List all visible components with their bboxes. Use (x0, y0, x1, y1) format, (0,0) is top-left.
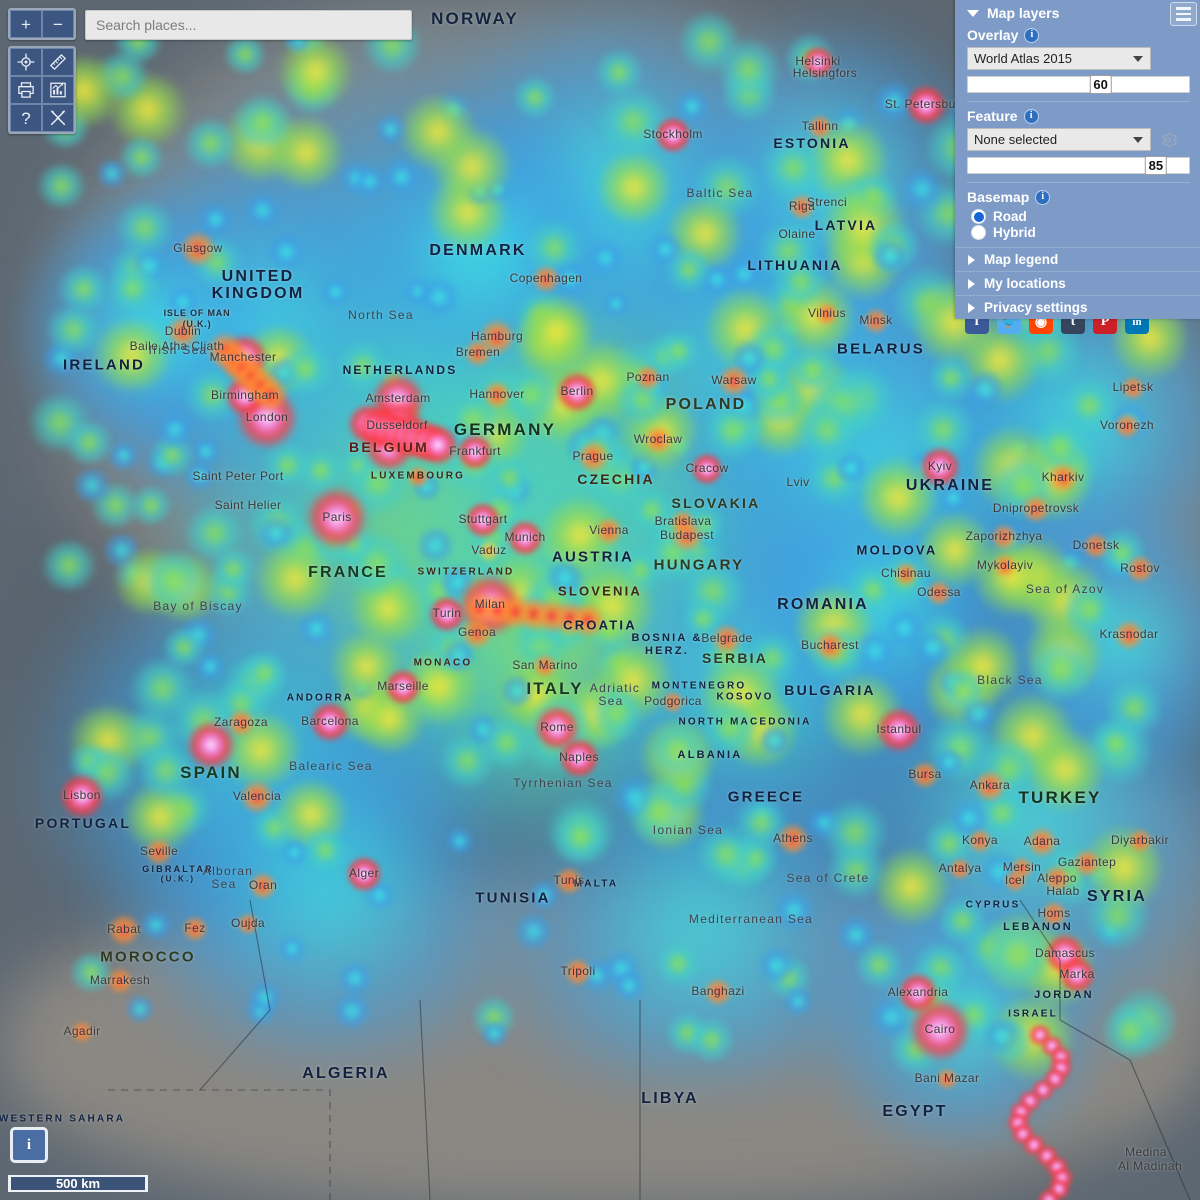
chevron-right-icon (968, 302, 975, 313)
info-icon: i (26, 1136, 32, 1153)
section-privacy-settings[interactable]: Privacy settings (955, 295, 1200, 319)
search-places-box[interactable] (85, 10, 412, 40)
measure-distance-button[interactable] (42, 48, 74, 76)
feature-label: Feature (967, 108, 1018, 124)
panel-divider (967, 101, 1190, 102)
hamburger-bar (1176, 18, 1191, 21)
map-legend-label: Map legend (984, 252, 1059, 267)
tool-button-group: ? (8, 46, 76, 134)
basemap-label: Basemap (967, 189, 1030, 205)
printer-icon (18, 82, 34, 98)
scale-label: 500 km (55, 1176, 101, 1191)
chevron-down-icon (967, 9, 979, 17)
hamburger-bar (1176, 7, 1191, 10)
locate-me-button[interactable] (10, 48, 42, 76)
zoom-out-button[interactable]: − (42, 10, 74, 38)
statistics-chart-button[interactable] (42, 76, 74, 104)
feature-opacity-slider[interactable]: 85 (967, 156, 1190, 175)
gear-icon[interactable] (1159, 131, 1177, 149)
feature-info-icon[interactable]: i (1023, 108, 1039, 124)
basemap-section-title: Basemap i (967, 189, 1190, 205)
minus-icon: − (53, 14, 63, 34)
question-mark-icon: ? (21, 108, 31, 128)
basemap-hybrid-label: Hybrid (993, 225, 1036, 240)
map-layers-title: Map layers (987, 5, 1060, 21)
wrench-screwdriver-icon (50, 110, 66, 126)
map-toolbar: + − ? (8, 8, 76, 134)
radio-icon (971, 225, 986, 240)
feature-opacity-value: 85 (1144, 156, 1168, 175)
overlay-select[interactable]: World Atlas 2015 (967, 47, 1151, 70)
chevron-down-icon (1133, 55, 1143, 62)
basemap-option-road[interactable]: Road (971, 209, 1190, 224)
overlay-opacity-slider[interactable]: 60 (967, 75, 1190, 94)
map-scale-bar: 500 km (8, 1175, 148, 1192)
section-map-legend[interactable]: Map legend (955, 247, 1200, 271)
zoom-in-button[interactable]: + (10, 10, 42, 38)
zoom-button-group: + − (8, 8, 76, 40)
help-button[interactable]: ? (10, 104, 42, 132)
overlay-label: Overlay (967, 27, 1019, 43)
overlay-selected-value: World Atlas 2015 (974, 51, 1073, 66)
panel-divider (967, 182, 1190, 183)
chevron-right-icon (968, 278, 975, 289)
feature-section-title: Feature i (967, 108, 1190, 124)
crosshair-icon (17, 53, 35, 71)
hamburger-bar (1176, 12, 1191, 16)
map-layers-header[interactable]: Map layers (955, 0, 1200, 25)
map-info-button[interactable]: i (10, 1127, 48, 1163)
chevron-down-icon (1133, 136, 1143, 143)
privacy-settings-label: Privacy settings (984, 300, 1088, 315)
plus-icon: + (21, 14, 31, 34)
search-input[interactable] (86, 11, 411, 39)
settings-tools-button[interactable] (42, 104, 74, 132)
my-locations-label: My locations (984, 276, 1066, 291)
menu-hamburger-icon[interactable] (1170, 2, 1197, 26)
bar-chart-icon (50, 82, 66, 98)
overlay-info-icon[interactable]: i (1024, 27, 1040, 43)
print-button[interactable] (10, 76, 42, 104)
overlay-opacity-value: 60 (1089, 75, 1112, 94)
radio-icon (971, 209, 986, 224)
ruler-icon (49, 53, 67, 71)
feature-selected-value: None selected (974, 132, 1058, 147)
overlay-section-title: Overlay i (967, 27, 1190, 43)
basemap-info-icon[interactable]: i (1035, 189, 1051, 205)
basemap-option-hybrid[interactable]: Hybrid (971, 225, 1190, 240)
basemap-road-label: Road (993, 209, 1027, 224)
chevron-right-icon (968, 254, 975, 265)
feature-select[interactable]: None selected (967, 128, 1151, 151)
map-layers-panel: Map layers Overlay i World Atlas 2015 60… (955, 0, 1200, 319)
section-my-locations[interactable]: My locations (955, 271, 1200, 295)
